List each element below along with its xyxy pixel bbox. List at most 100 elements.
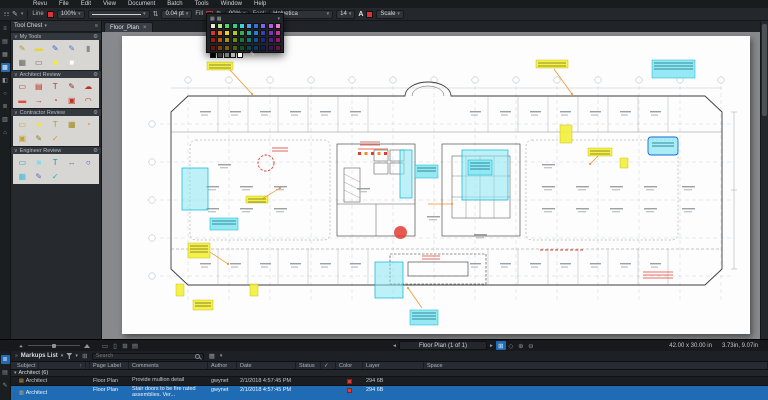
marker-tool[interactable]: ▮ <box>80 41 97 55</box>
group-collapse-caret[interactable]: ▾ <box>14 370 17 376</box>
palette-swatch[interactable] <box>253 37 260 44</box>
check-tool[interactable]: ✓ <box>47 131 64 145</box>
palette-swatch[interactable] <box>260 44 267 51</box>
palette-swatch[interactable] <box>230 51 237 58</box>
thumbnails-icon[interactable]: ▤ <box>1 37 10 46</box>
note-markup[interactable] <box>409 309 439 326</box>
palette-swatch[interactable] <box>224 23 231 29</box>
palette-swatch[interactable] <box>231 37 238 44</box>
palette-swatch[interactable] <box>267 30 274 37</box>
chat-tool[interactable]: ▣ <box>14 131 31 145</box>
gear-icon[interactable]: ⚙ <box>93 148 98 154</box>
previous-page-button[interactable]: ◄ <box>390 343 399 349</box>
palette-swatch[interactable] <box>274 37 281 44</box>
page-navigation-field[interactable]: Floor Plan (1 of 1) <box>398 341 487 350</box>
close-icon[interactable]: × <box>143 25 147 31</box>
chevron-down-icon[interactable]: ▾ <box>61 353 64 359</box>
line-tool-icon[interactable]: ✎ <box>12 10 18 19</box>
menu-item-file[interactable]: File <box>54 0 74 8</box>
pen-blue-2-tool[interactable]: ✎ <box>64 41 81 55</box>
note-tool[interactable]: ■ <box>31 117 48 131</box>
column-comments[interactable]: Comments <box>129 362 208 369</box>
pan-button[interactable]: ◇ <box>506 341 516 350</box>
palette-swatch[interactable] <box>237 51 244 58</box>
palette-swatch[interactable] <box>216 51 223 58</box>
measurements-icon[interactable]: ⌂ <box>1 128 10 137</box>
cloud-tool[interactable]: ☁ <box>80 79 97 93</box>
tool-section-header[interactable]: ∨ Architect Review ⚙ <box>11 70 101 78</box>
stamp-tool[interactable]: ▦ <box>14 169 31 183</box>
column-layer[interactable]: Layer <box>363 362 424 369</box>
palette-swatch[interactable] <box>245 37 252 44</box>
gear-icon[interactable]: ⚙ <box>93 34 98 40</box>
palette-swatch[interactable] <box>238 37 245 44</box>
line-color-swatch[interactable] <box>46 10 54 18</box>
palette-swatch[interactable] <box>210 44 216 51</box>
palette-swatch[interactable] <box>274 23 281 29</box>
palette-swatch[interactable] <box>217 30 224 37</box>
collapse-panel-icon[interactable]: » <box>15 353 18 359</box>
pen-tool[interactable]: ✎ <box>31 169 48 183</box>
tool-chest-icon[interactable]: ▩ <box>0 63 10 72</box>
filter-caret-icon[interactable]: ▾ <box>75 353 78 359</box>
column-subject[interactable]: Subject ↑ <box>11 362 90 369</box>
eraser-tool[interactable]: ■ <box>64 55 81 69</box>
check-tool[interactable]: ✓ <box>47 169 64 183</box>
pdf-page[interactable] <box>122 36 750 334</box>
scrollbar-thumb[interactable] <box>762 24 767 116</box>
palette-swatch[interactable] <box>210 23 216 29</box>
properties-icon[interactable]: ◧ <box>1 76 10 85</box>
markup-edit-icon[interactable]: ✎ <box>1 381 10 390</box>
highlighter-tool[interactable]: ▬ <box>31 41 48 55</box>
pen-tool[interactable]: ✎ <box>31 131 48 145</box>
columns-caret-icon[interactable]: ▾ <box>220 353 223 359</box>
tool-section-header[interactable]: ∨ Engineer Review ⚙ <box>11 146 101 154</box>
search-icon[interactable] <box>194 353 200 359</box>
zoom-out-slider-icon[interactable] <box>19 344 23 347</box>
palette-swatch[interactable] <box>245 23 252 29</box>
chat-tool[interactable]: ▣ <box>64 93 81 107</box>
palette-swatch[interactable] <box>217 37 224 44</box>
tool-section-header[interactable]: ∨ Contractor Review ⚙ <box>11 108 101 116</box>
text-tool[interactable]: T <box>47 79 64 93</box>
palette-swatch[interactable] <box>245 44 252 51</box>
fit-page-button[interactable]: ⊞ <box>495 341 506 350</box>
note-yellow-tool[interactable]: ■ <box>47 55 64 69</box>
text-tool[interactable]: T <box>47 117 64 131</box>
callout-tool[interactable]: ▭ <box>14 117 31 131</box>
note-markup[interactable] <box>559 124 573 144</box>
palette-swatch[interactable] <box>238 44 245 51</box>
column-color[interactable]: Color <box>336 362 363 369</box>
highlight-tool[interactable]: ▬ <box>14 93 31 107</box>
continuous-view-button[interactable]: ▯ <box>110 341 120 350</box>
palette-swatch[interactable] <box>274 30 281 37</box>
width-stepper-icon[interactable]: ⇅ <box>153 10 159 19</box>
column-status[interactable]: Status <box>296 362 321 369</box>
zoom-out-button[interactable]: ⊖ <box>526 341 536 350</box>
file-access-icon[interactable]: ≡ <box>1 24 10 33</box>
palette-swatch[interactable] <box>210 51 216 58</box>
highlight-markup[interactable] <box>181 167 209 211</box>
menu-item-document[interactable]: Document <box>123 0 160 8</box>
palette-swatch[interactable] <box>245 30 252 37</box>
note-markup[interactable] <box>619 157 629 169</box>
palette-swatch[interactable] <box>210 37 216 44</box>
zoom-in-slider-icon[interactable] <box>84 343 90 348</box>
document-canvas[interactable]: Floor_Plan × <box>102 21 760 339</box>
note-markup[interactable] <box>187 242 211 259</box>
highlight-markup[interactable] <box>374 261 404 299</box>
palette-swatch[interactable] <box>224 30 231 37</box>
canvas-scrollbar[interactable] <box>760 21 768 339</box>
expand-rows-icon[interactable]: ⊞ <box>81 352 89 361</box>
column-space[interactable]: Space <box>424 362 768 369</box>
note-markup[interactable] <box>249 283 259 297</box>
stamp-grid-tool[interactable]: ▦ <box>14 55 31 69</box>
pen-tool[interactable]: ✎ <box>64 79 81 93</box>
palette-set-icon[interactable]: ▦ <box>210 16 215 22</box>
palette-swatch[interactable] <box>231 30 238 37</box>
tool-chest-header[interactable]: Tool Chest ▾ ≡ <box>11 21 101 32</box>
zoom-slider[interactable] <box>28 343 80 348</box>
palette-swatch[interactable] <box>231 44 238 51</box>
search-icon[interactable]: ○ <box>1 89 10 98</box>
column-date[interactable]: Date <box>237 362 296 369</box>
